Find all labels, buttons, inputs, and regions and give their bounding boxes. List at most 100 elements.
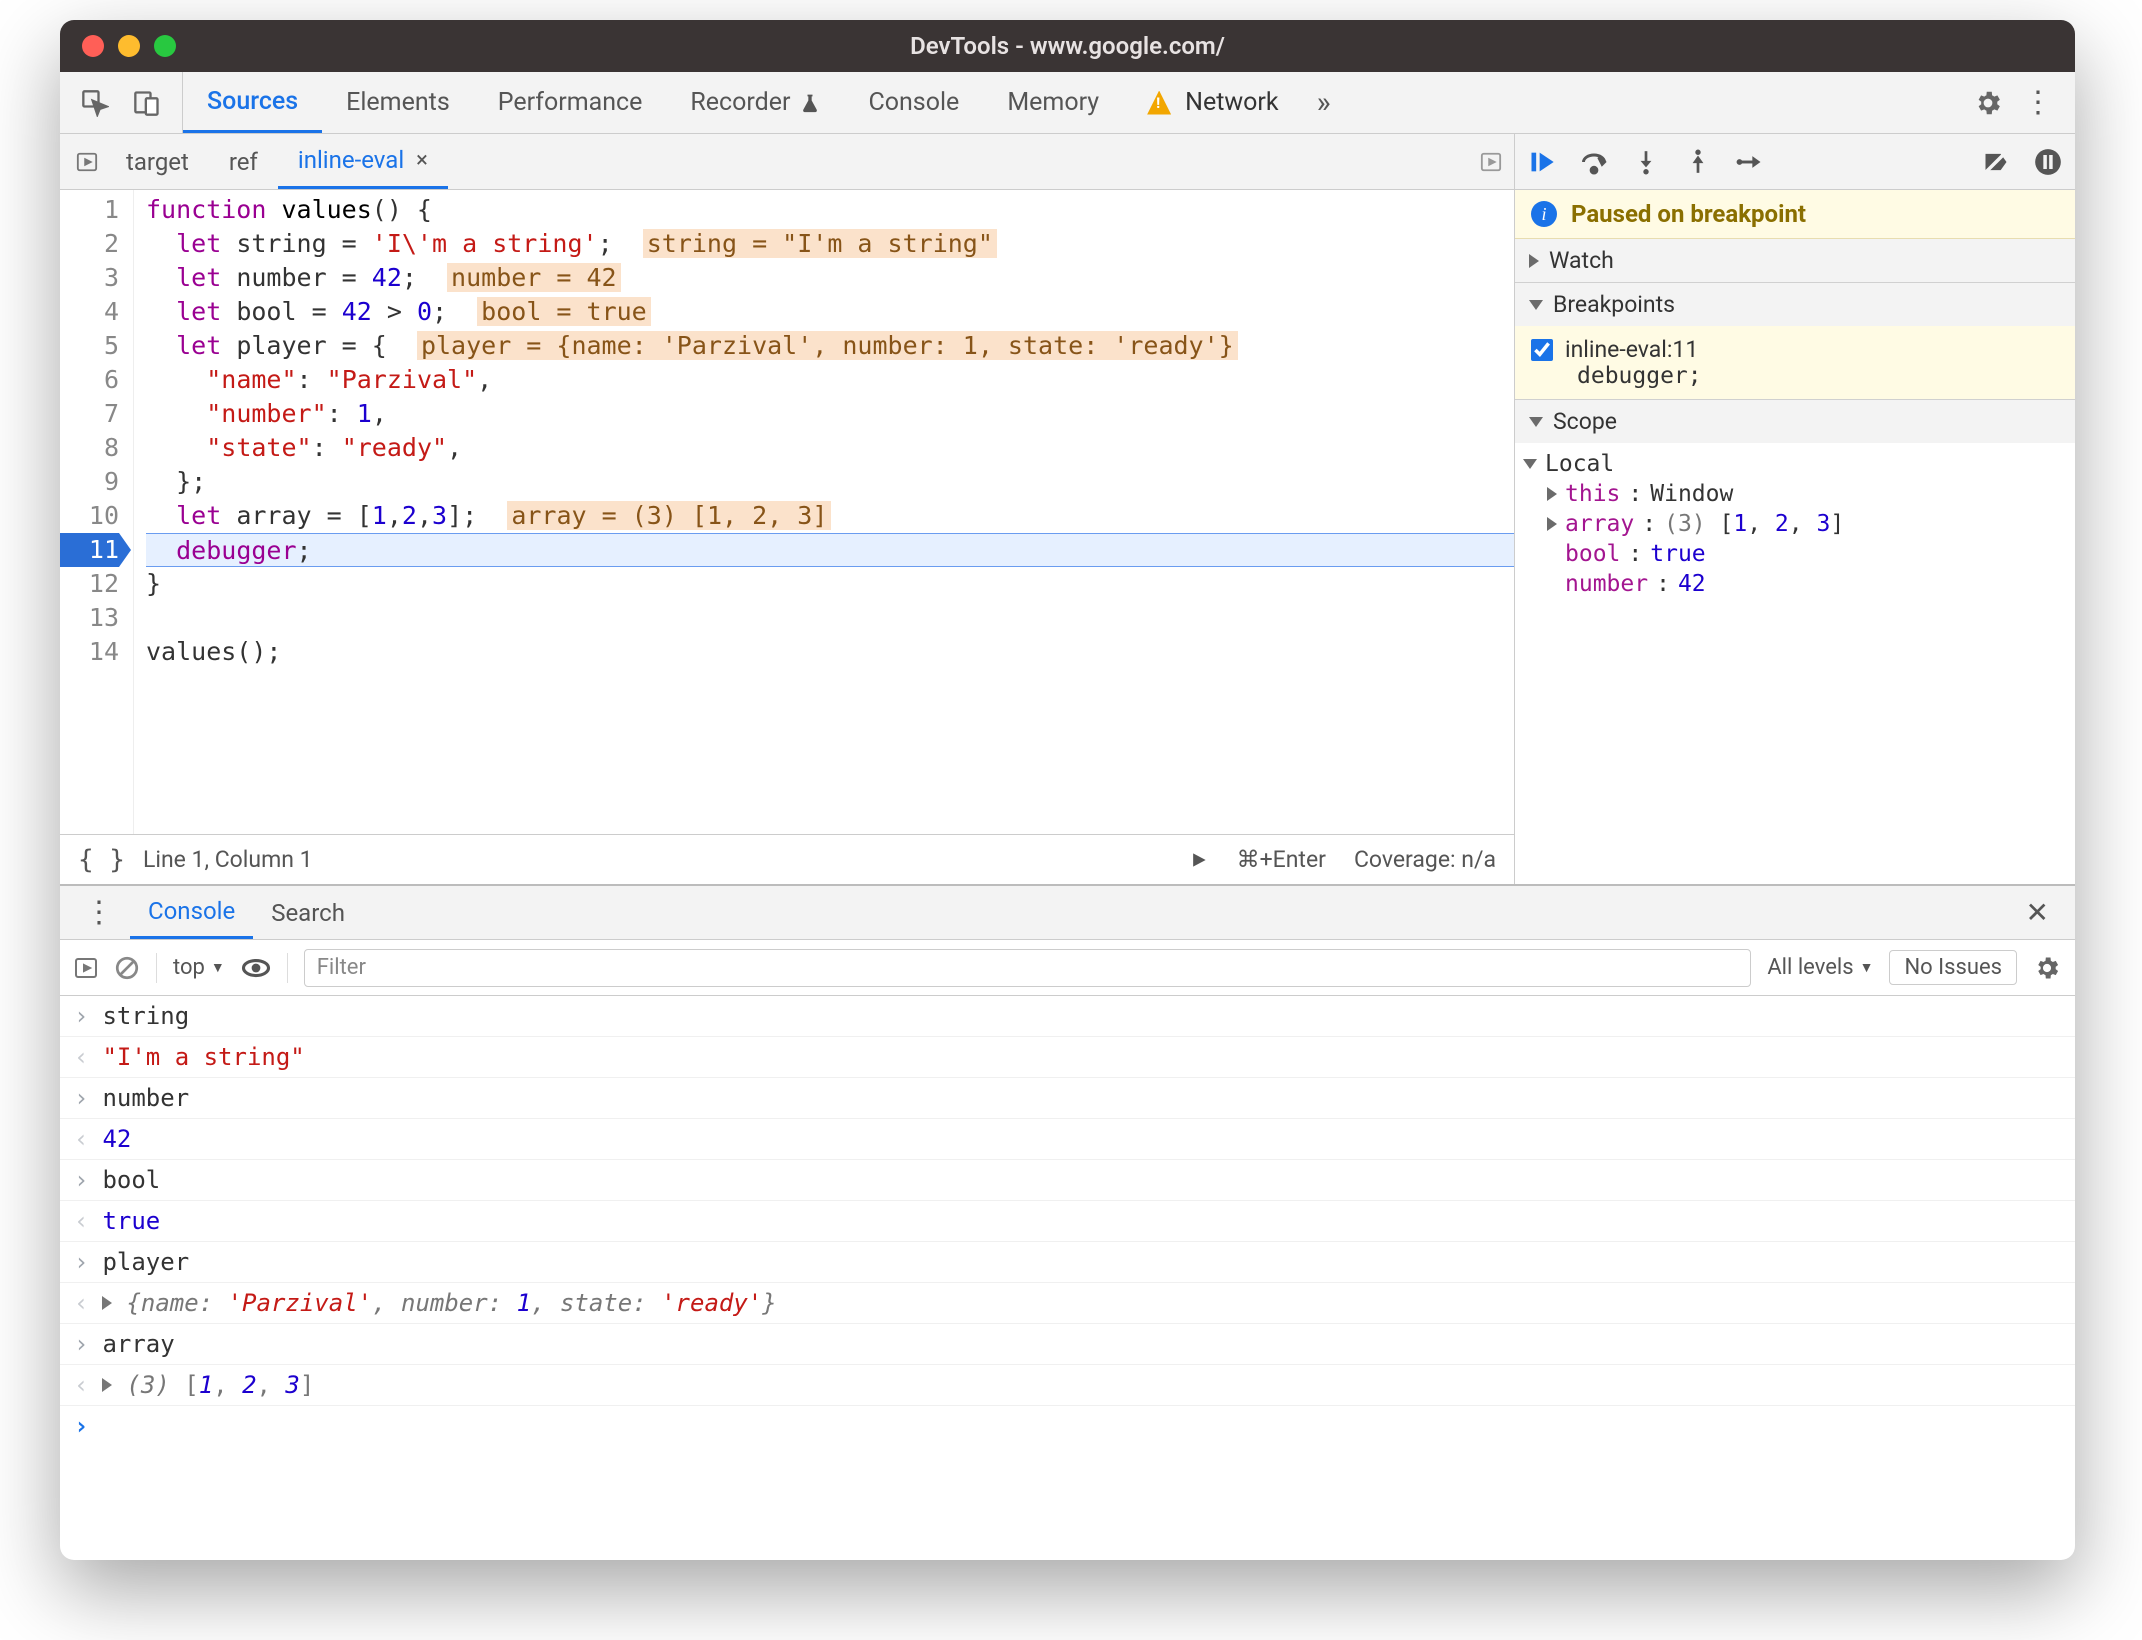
code-body[interactable]: function values() { let string = 'I\'m a… (134, 190, 1514, 834)
output-chevron-icon: ‹ (74, 1125, 88, 1153)
drawer-tab-search[interactable]: Search (253, 886, 363, 939)
inline-eval: number = 42 (447, 263, 621, 292)
step-out-icon[interactable] (1683, 147, 1713, 177)
watch-header[interactable]: Watch (1515, 239, 2075, 282)
drawer-tabs: ⋮ ConsoleSearch ✕ (60, 886, 2075, 940)
show-navigator-icon[interactable] (72, 147, 102, 177)
console-output[interactable]: ›string‹"I'm a string"›number‹42›bool‹tr… (60, 996, 2075, 1560)
output-chevron-icon: ‹ (74, 1371, 88, 1399)
console-row: ›number (60, 1078, 2075, 1119)
devtools-window: DevTools - www.google.com/ SourcesElemen… (60, 20, 2075, 1560)
output-chevron-icon: ‹ (74, 1289, 88, 1317)
more-tabs-icon[interactable]: » (1303, 72, 1345, 133)
panel-tab-performance[interactable]: Performance (474, 72, 667, 133)
inline-eval: player = {name: 'Parzival', number: 1, s… (417, 331, 1238, 360)
drawer-menu-icon[interactable]: ⋮ (72, 895, 126, 930)
device-toolbar-icon[interactable] (130, 86, 164, 120)
clear-console-icon[interactable] (114, 955, 140, 981)
drawer-tab-console[interactable]: Console (130, 886, 253, 939)
console-row: ‹"I'm a string" (60, 1037, 2075, 1078)
issues-button[interactable]: No Issues (1889, 950, 2017, 985)
panel-tab-console[interactable]: Console (844, 72, 983, 133)
minimize-window-button[interactable] (118, 35, 140, 57)
panel-tab-sources[interactable]: Sources (183, 72, 322, 133)
console-row: ›bool (60, 1160, 2075, 1201)
console-toolbar: top▼ Filter All levels▼ No Issues (60, 940, 2075, 996)
close-tab-icon[interactable]: × (416, 148, 428, 173)
pause-on-exceptions-icon[interactable] (2033, 147, 2063, 177)
inline-eval: string = "I'm a string" (643, 229, 997, 258)
kebab-menu-icon[interactable]: ⋮ (2023, 85, 2053, 120)
pretty-print-icon[interactable]: { } (78, 845, 125, 875)
input-chevron-icon: › (74, 1248, 88, 1276)
run-snippet-icon[interactable] (1189, 850, 1209, 870)
cursor-position: Line 1, Column 1 (143, 846, 313, 873)
more-file-options-icon[interactable] (1480, 151, 1502, 173)
breakpoint-item[interactable]: inline-eval:11 debugger; (1515, 326, 2075, 399)
work-area: targetrefinline-eval× 123456789101112131… (60, 134, 2075, 884)
toggle-sidebar-icon[interactable] (74, 956, 98, 980)
console-row: ‹42 (60, 1119, 2075, 1160)
output-chevron-icon: ‹ (74, 1043, 88, 1071)
step-into-icon[interactable] (1631, 147, 1661, 177)
console-row: ›string (60, 996, 2075, 1037)
code-editor[interactable]: 1234567891011121314 function values() { … (60, 190, 1514, 834)
titlebar: DevTools - www.google.com/ (60, 20, 2075, 72)
scope-local[interactable]: Local (1523, 449, 2065, 479)
paused-banner: i Paused on breakpoint (1515, 190, 2075, 239)
close-drawer-icon[interactable]: ✕ (2012, 896, 2063, 929)
scope-var-bool[interactable]: bool: true (1523, 539, 2065, 569)
panel-tabs: SourcesElementsPerformanceRecorderConsol… (60, 72, 2075, 134)
run-hint: ⌘+Enter (1237, 846, 1326, 873)
input-chevron-icon: › (74, 1084, 88, 1112)
panel-tab-elements[interactable]: Elements (322, 72, 474, 133)
deactivate-breakpoints-icon[interactable] (1981, 147, 2011, 177)
scope-var-array[interactable]: array: (3) [1, 2, 3] (1523, 509, 2065, 539)
panel-tab-memory[interactable]: Memory (983, 72, 1123, 133)
paused-text: Paused on breakpoint (1571, 200, 1806, 228)
console-filter-input[interactable]: Filter (304, 949, 1752, 987)
console-row: ‹(3) [1, 2, 3] (60, 1365, 2075, 1406)
window-controls (60, 35, 176, 57)
inspect-element-icon[interactable] (78, 86, 112, 120)
console-prompt-icon[interactable]: › (74, 1412, 88, 1440)
live-expression-icon[interactable] (241, 953, 271, 983)
resume-icon[interactable] (1527, 147, 1557, 177)
info-icon: i (1531, 201, 1557, 227)
step-icon[interactable] (1735, 147, 1765, 177)
input-chevron-icon: › (74, 1002, 88, 1030)
scope-var-number[interactable]: number: 42 (1523, 569, 2065, 599)
scope-var-this[interactable]: this: Window (1523, 479, 2065, 509)
output-chevron-icon: ‹ (74, 1207, 88, 1235)
context-selector[interactable]: top▼ (173, 955, 225, 980)
line-gutter[interactable]: 1234567891011121314 (60, 190, 134, 834)
console-row: › (60, 1406, 2075, 1446)
step-over-icon[interactable] (1579, 147, 1609, 177)
file-tab-target[interactable]: target (106, 134, 209, 189)
debugger-sidebar: i Paused on breakpoint Watch Breakpoints… (1515, 134, 2075, 884)
inline-eval: array = (3) [1, 2, 3] (507, 501, 831, 530)
scope-header[interactable]: Scope (1515, 400, 2075, 443)
scope-body: Local this: Windowarray: (3) [1, 2, 3]bo… (1515, 443, 2075, 609)
breakpoint-source: debugger; (1531, 363, 2059, 389)
console-settings-icon[interactable] (2033, 954, 2061, 982)
input-chevron-icon: › (74, 1166, 88, 1194)
zoom-window-button[interactable] (154, 35, 176, 57)
breakpoint-checkbox[interactable] (1531, 339, 1553, 361)
drawer: ⋮ ConsoleSearch ✕ top▼ Filter All levels… (60, 884, 2075, 1560)
file-tab-inline-eval[interactable]: inline-eval× (278, 134, 448, 189)
settings-icon[interactable] (1973, 88, 2003, 118)
panel-tab-network[interactable]: Network! (1123, 72, 1302, 133)
coverage-label: Coverage: n/a (1354, 846, 1496, 873)
debugger-toolbar (1515, 134, 2075, 190)
beaker-icon (800, 92, 820, 114)
panel-tab-recorder[interactable]: Recorder (666, 72, 844, 133)
log-levels-selector[interactable]: All levels▼ (1767, 955, 1873, 980)
window-title: DevTools - www.google.com/ (60, 32, 2075, 60)
editor-statusbar: { } Line 1, Column 1 ⌘+Enter Coverage: n… (60, 834, 1514, 884)
file-tab-ref[interactable]: ref (209, 134, 278, 189)
close-window-button[interactable] (82, 35, 104, 57)
console-row: ‹true (60, 1201, 2075, 1242)
breakpoints-header[interactable]: Breakpoints (1515, 283, 2075, 326)
console-row: ›array (60, 1324, 2075, 1365)
